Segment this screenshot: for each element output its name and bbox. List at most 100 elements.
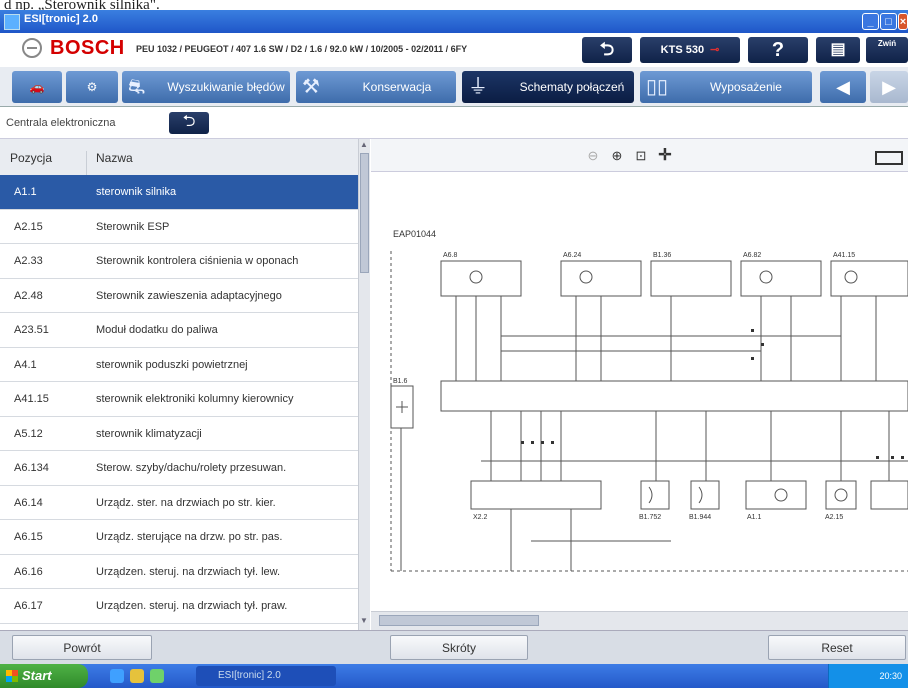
column-header-name[interactable]: Nazwa (96, 151, 133, 165)
nav-next-button[interactable]: ▶ (870, 71, 908, 103)
taskbar-app-esitronic[interactable]: ESI[tronic] 2.0 (196, 666, 336, 686)
table-row[interactable]: A6.16 Urządzen. steruj. na drzwiach tył. … (0, 555, 358, 589)
scroll-down-icon[interactable]: ▼ (359, 616, 369, 628)
media-icon[interactable] (150, 669, 164, 683)
tab-maintenance[interactable]: ⚒ Konserwacja (296, 71, 456, 103)
tab-vehicle[interactable]: 🚗 (12, 71, 62, 103)
brand-bar: BOSCH PEU 1032 / PEUGEOT / 407 1.6 SW / … (0, 33, 908, 67)
diagram-label: A6.82 (743, 252, 761, 259)
row-position: A5.12 (14, 427, 43, 440)
help-icon: ? (771, 39, 785, 61)
maximize-button[interactable]: □ (880, 13, 897, 30)
table-row[interactable]: A6.15 Urządz. sterujące na drzw. po str. … (0, 520, 358, 555)
scroll-up-icon[interactable]: ▲ (359, 140, 369, 152)
row-name: Moduł dodatku do paliwa (96, 324, 218, 336)
diagram-label: X2.2 (473, 514, 488, 521)
table-row[interactable]: A5.12 sterownik klimatyzacji (0, 417, 358, 451)
diagram-label: B1.944 (689, 514, 711, 521)
row-position: A6.16 (14, 565, 43, 578)
windows-logo-icon (6, 670, 18, 682)
table-row[interactable]: A41.15 sterownik elektroniki kolumny kier… (0, 382, 358, 417)
kts-status-button[interactable]: KTS 530 ⊸ (640, 37, 740, 63)
start-label: Start (22, 668, 52, 683)
zoom-out-icon[interactable]: ⊖ (583, 146, 603, 166)
circuit-icon: ⏚ (468, 76, 488, 98)
row-name: Urządzen. steruj. na drzwiach tył. lew. (96, 565, 281, 578)
diagram-horizontal-scrollbar[interactable] (371, 611, 908, 631)
system-tray: 20:30 (828, 664, 908, 688)
table-row[interactable]: A2.33 Sterownik kontrolera ciśnienia w op… (0, 244, 358, 279)
shortcuts-button[interactable]: Skróty (390, 635, 528, 660)
reset-button[interactable]: Reset (768, 635, 906, 660)
back-button[interactable]: Powrót (12, 635, 152, 660)
table-row[interactable]: A4.1 sterownik poduszki powietrznej (0, 348, 358, 382)
fullscreen-icon[interactable] (875, 151, 903, 165)
engine-icon: ⚙ (86, 80, 98, 94)
tab-wiring-diagrams[interactable]: ⏚ Schematy połączeń (462, 71, 634, 103)
clock: 20:30 (879, 671, 902, 681)
diagram-label: A6.8 (443, 252, 458, 259)
tab-error-search[interactable]: ⛐ Wyszukiwanie błędów (122, 71, 290, 103)
diagram-label: B1.36 (653, 252, 671, 259)
wrench-icon: ⚒ (302, 76, 320, 98)
table-row[interactable]: A2.15 Sterownik ESP (0, 210, 358, 244)
page-caption: d np. „Sterownik silnika". (0, 0, 908, 10)
diagram-label: B1.6 (393, 378, 408, 385)
row-name: sterownik elektroniki kolumny kierownicy (96, 393, 294, 405)
pan-icon[interactable]: ✛ (655, 146, 675, 166)
triangle-left-icon: ◀ (836, 77, 850, 97)
tab-engine[interactable]: ⚙ (66, 71, 118, 103)
scrollbar-thumb[interactable] (360, 153, 369, 273)
bosch-logo-icon (22, 38, 42, 58)
minimize-button[interactable]: _ (862, 13, 879, 30)
explorer-icon[interactable] (130, 669, 144, 683)
zoom-fit-icon[interactable]: ⊡ (631, 146, 651, 166)
wiring-diagram-svg: A6.8 A6.24 B1.36 A6.82 A41.15 B1.6 X2.2 … (390, 251, 908, 572)
wiring-diagram[interactable]: EAP01044 A6.8 A6.24 B1.36 A6.82 A41.15 B… (371, 171, 908, 611)
list-scrollbar[interactable]: ▲ ▼ (358, 139, 370, 630)
table-row[interactable]: A6.134 Sterow. szyby/dachu/rolety przesuw… (0, 451, 358, 486)
help-button[interactable]: ? (748, 37, 808, 63)
table-row[interactable]: A2.48 Sterownik zawieszenia adaptacyjnego (0, 279, 358, 313)
row-name: Sterow. szyby/dachu/rolety przesuwan. (96, 462, 287, 474)
print-button[interactable]: ▤ (816, 37, 860, 63)
start-button[interactable]: Start (0, 664, 88, 688)
table-row[interactable]: A23.51 Moduł dodatku do paliwa (0, 313, 358, 348)
diagram-label: A6.24 (563, 252, 581, 259)
diagram-label: B1.752 (639, 514, 661, 521)
row-name: Urządz. ster. na drzwiach po str. kier. (96, 496, 276, 509)
row-position: A1.1 (14, 186, 37, 198)
column-header-position[interactable]: Pozycja (10, 151, 52, 165)
table-header: Pozycja Nazwa (0, 139, 358, 187)
collapse-button[interactable]: Zwiń (866, 37, 908, 63)
vehicle-back-button[interactable]: ⮌ (582, 37, 632, 63)
table-row[interactable]: A6.17 Urządzen. steruj. na drzwiach tył. … (0, 589, 358, 624)
table-row[interactable]: A1.1 sterownik silnika (0, 175, 358, 210)
row-position: A23.51 (14, 324, 49, 336)
diagram-label: A41.15 (833, 252, 855, 259)
row-position: A41.15 (14, 393, 49, 405)
back-arrow-icon: ⮌ (182, 113, 196, 130)
component-table-body: A1.1 sterownik silnika A2.15 Sterownik ESP A… (0, 175, 358, 658)
diagram-toolbar: ⊖ ⊕ ⊡ ✛ (371, 139, 908, 172)
collapse-label: Zwiń (877, 39, 897, 48)
nav-prev-button[interactable]: ◀ (820, 71, 866, 103)
vehicle-info: PEU 1032 / PEUGEOT / 407 1.6 SW / D2 / 1… (136, 44, 468, 54)
app-icon (4, 14, 20, 30)
window-titlebar: ESI[tronic] 2.0 _ □ × (0, 10, 908, 33)
breadcrumb-back-button[interactable]: ⮌ (169, 112, 209, 134)
row-position: A2.15 (14, 220, 43, 233)
table-row[interactable]: A6.14 Urządz. ster. na drzwiach po str. k… (0, 486, 358, 520)
close-button[interactable]: × (898, 13, 908, 30)
row-position: A6.134 (14, 462, 49, 474)
ie-icon[interactable] (110, 669, 124, 683)
diagram-label: A1.1 (747, 514, 762, 521)
breadcrumb: Centrala elektroniczna ⮌ (0, 107, 908, 139)
diagram-label: A2.15 (825, 514, 843, 521)
scrollbar-thumb[interactable] (379, 615, 539, 626)
row-position: A6.14 (14, 496, 43, 509)
book-icon: ▯▯ (646, 76, 669, 98)
tab-equipment[interactable]: ▯▯ Wyposażenie (640, 71, 812, 103)
zoom-in-icon[interactable]: ⊕ (607, 146, 627, 166)
row-name: Urządzen. steruj. na drzwiach tył. praw. (96, 600, 288, 612)
